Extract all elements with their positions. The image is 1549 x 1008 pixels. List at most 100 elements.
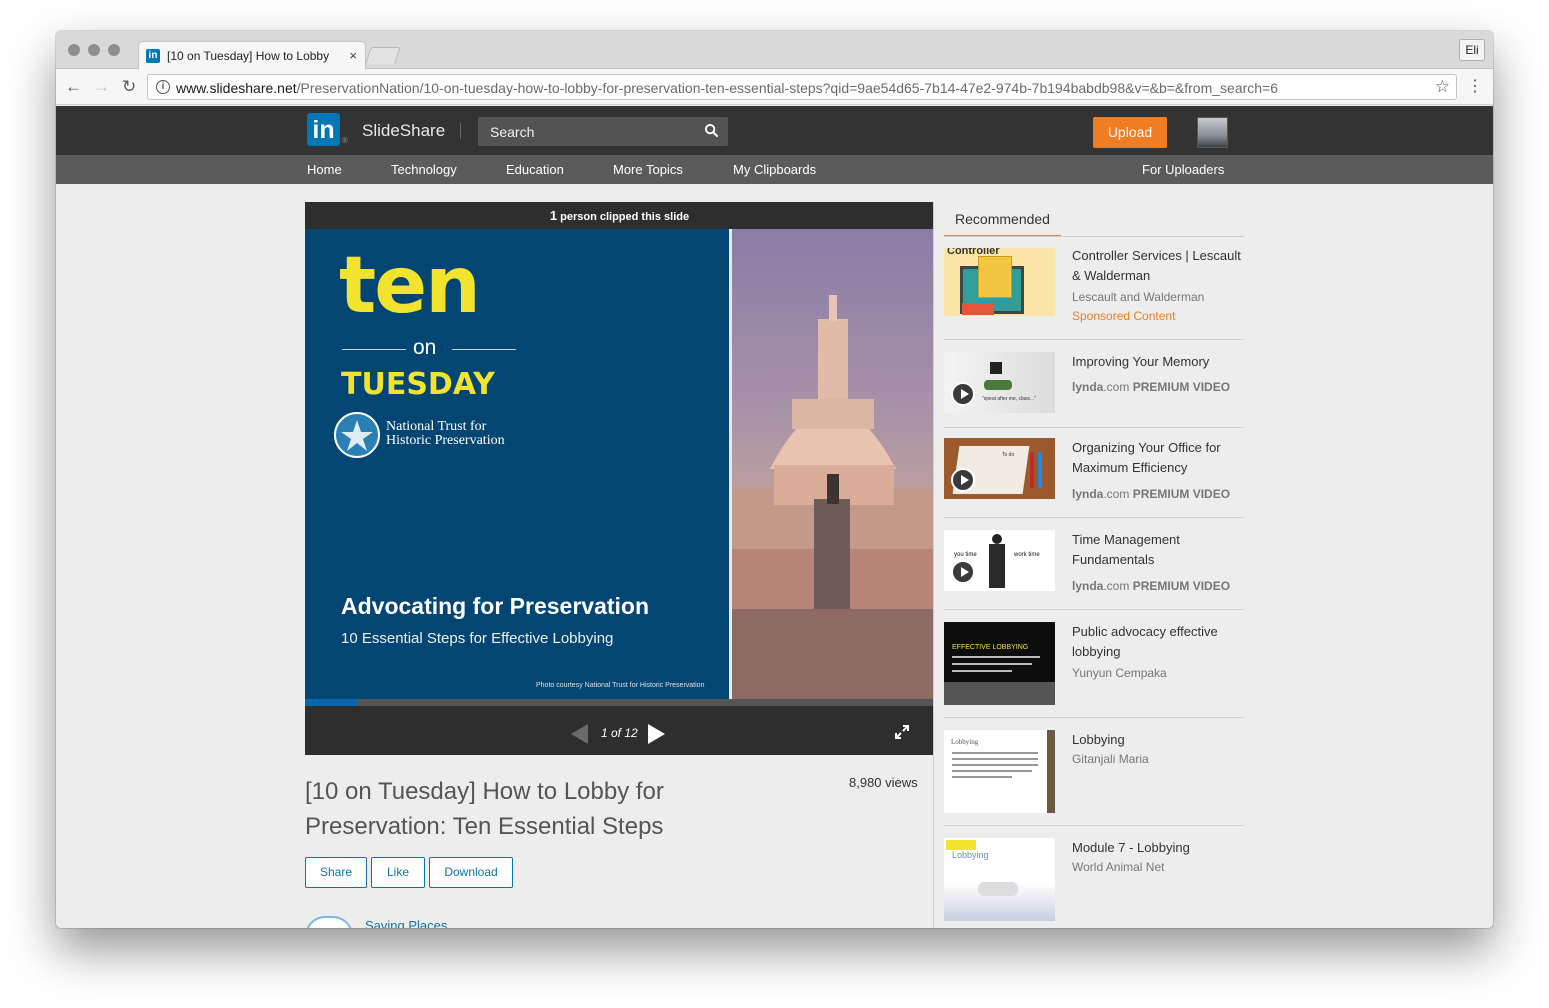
nav-education[interactable]: Education [506, 162, 564, 177]
recommended-title[interactable]: Controller Services | Lescault & Walderm… [1072, 246, 1244, 286]
menu-icon[interactable]: ⋮ [1467, 76, 1483, 96]
search-input[interactable]: Search [478, 117, 728, 146]
clip-text: person clipped this slide [560, 211, 690, 223]
previous-slide-button[interactable] [571, 724, 588, 744]
browser-tab[interactable]: in [10 on Tuesday] How to Lobby × [138, 41, 366, 70]
recommended-author[interactable]: Yunyun Cempaka [1072, 666, 1167, 680]
nav-home[interactable]: Home [307, 162, 342, 177]
star-icon[interactable]: ☆ [1435, 77, 1450, 97]
upload-button[interactable]: Upload [1093, 117, 1167, 148]
player-controls: 1 of 12 [305, 706, 934, 755]
recommended-item[interactable]: Controller Controller Services | Lescaul… [944, 248, 1244, 340]
brand-name[interactable]: SlideShare [362, 121, 445, 141]
tab-recommended[interactable]: Recommended [944, 202, 1061, 237]
play-icon[interactable] [951, 560, 975, 584]
minimize-window-button[interactable] [88, 44, 100, 56]
download-button[interactable]: Download [429, 857, 513, 888]
recommended-item[interactable]: you time work time Time Management Funda… [944, 530, 1244, 610]
thumb-caption: "speat after me, class..." [982, 396, 1036, 402]
recommended-title[interactable]: Lobbying [1072, 730, 1244, 750]
recommended-source[interactable]: lynda.com PREMIUM VIDEO [1072, 380, 1230, 394]
source-suffix: .com [1103, 579, 1130, 593]
search-icon[interactable] [704, 123, 719, 138]
zoom-window-button[interactable] [108, 44, 120, 56]
recommended-thumbnail[interactable]: Controller [944, 248, 1055, 316]
clip-count-bar[interactable]: 1 person clipped this slide [305, 202, 934, 229]
source-suffix: .com [1103, 380, 1130, 394]
address-bar[interactable]: i www.slideshare.net/PreservationNation/… [147, 74, 1457, 100]
back-arrow-icon[interactable]: ← [65, 77, 82, 97]
url-path: /PreservationNation/10-on-tuesday-how-to… [296, 80, 1279, 96]
nav-for-uploaders[interactable]: For Uploaders [1142, 162, 1224, 177]
recommended-author[interactable]: World Animal Net [1072, 860, 1164, 874]
recommended-thumbnail[interactable]: To do [944, 438, 1055, 499]
linkedin-logo[interactable]: in [307, 113, 340, 146]
recommended-item[interactable]: Lobbying Module 7 - Lobbying World Anima… [944, 838, 1244, 928]
url-text[interactable]: www.slideshare.net/PreservationNation/10… [176, 80, 1278, 96]
slide-subheading: 10 Essential Steps for Effective Lobbyin… [341, 630, 614, 647]
thumb-caption: EFFECTIVE LOBBYING [952, 644, 1029, 651]
slide-rule-left [342, 349, 406, 350]
source-name: lynda [1072, 579, 1104, 593]
recommended-title[interactable]: Improving Your Memory [1072, 352, 1244, 372]
recommended-source[interactable]: lynda.com PREMIUM VIDEO [1072, 487, 1230, 501]
slide-player: 1 person clipped this slide ten on TUESDA… [305, 202, 934, 755]
slide-tuesday-text: TUESDAY [341, 367, 495, 402]
clip-count: 1 [549, 208, 558, 223]
recommended-source[interactable]: lynda.com PREMIUM VIDEO [1072, 579, 1230, 593]
author-avatar[interactable] [305, 916, 353, 928]
profile-button[interactable]: Eli [1459, 39, 1485, 61]
site-header: in ® SlideShare Search Upload [56, 106, 1493, 155]
info-icon[interactable]: i [156, 80, 170, 94]
play-icon[interactable] [951, 468, 975, 492]
recommended-item[interactable]: EFFECTIVE LOBBYING Public advocacy effec… [944, 622, 1244, 718]
sponsored-label: Sponsored Content [1072, 309, 1176, 323]
recommended-item[interactable]: "speat after me, class..." Improving You… [944, 352, 1244, 428]
source-name: lynda [1072, 487, 1104, 501]
registered-mark: ® [342, 136, 348, 145]
play-icon[interactable] [951, 382, 975, 406]
user-avatar[interactable] [1197, 117, 1228, 148]
slide-org-line2: Historic Preservation [386, 433, 505, 448]
slide-progress-fill [305, 699, 358, 706]
recommended-title[interactable]: Organizing Your Office for Maximum Effic… [1072, 438, 1244, 478]
nav-my-clipboards[interactable]: My Clipboards [733, 162, 816, 177]
recommended-thumbnail[interactable]: "speat after me, class..." [944, 352, 1055, 413]
recommended-author[interactable]: Lescault and Walderman [1072, 290, 1204, 304]
recommended-thumbnail[interactable]: Lobbying [944, 838, 1055, 921]
capitol-photo [729, 229, 934, 699]
recommended-title[interactable]: Module 7 - Lobbying [1072, 838, 1244, 858]
recommended-item[interactable]: To do Organizing Your Office for Maximum… [944, 438, 1244, 518]
new-tab-button[interactable] [365, 47, 401, 64]
sidebar-divider [933, 202, 934, 928]
next-slide-button[interactable] [648, 724, 665, 744]
recommended-thumbnail[interactable]: you time work time [944, 530, 1055, 591]
thumb-caption-right: work time [1014, 552, 1040, 558]
close-window-button[interactable] [68, 44, 80, 56]
author-name[interactable]: Saving Places [365, 918, 447, 928]
recommended-author[interactable]: Gitanjali Maria [1072, 752, 1149, 766]
nav-technology[interactable]: Technology [391, 162, 457, 177]
tab-bar: in [10 on Tuesday] How to Lobby × Eli [56, 31, 1493, 70]
forward-arrow-icon[interactable]: → [93, 77, 110, 97]
tab-close-icon[interactable]: × [349, 48, 357, 63]
recommended-title[interactable]: Public advocacy effective lobbying [1072, 622, 1244, 662]
thumb-caption: To do [1002, 452, 1015, 458]
slide-image[interactable]: ten on TUESDAY National Trust for Histor… [305, 229, 934, 699]
recommended-thumbnail[interactable]: Lobbying [944, 730, 1055, 813]
recommended-title[interactable]: Time Management Fundamentals [1072, 530, 1244, 570]
recommended-thumbnail[interactable]: EFFECTIVE LOBBYING [944, 622, 1055, 705]
slide-progress-bar[interactable] [305, 699, 934, 706]
topic-nav: Home Technology Education More Topics My… [56, 155, 1493, 184]
brand-divider [460, 123, 461, 139]
recommended-item[interactable]: Lobbying Lobbying Gitanjali Maria [944, 730, 1244, 826]
nav-more-topics[interactable]: More Topics [613, 162, 683, 177]
linkedin-favicon-icon: in [146, 49, 160, 63]
fullscreen-icon[interactable] [894, 724, 910, 740]
like-button[interactable]: Like [371, 857, 425, 888]
reload-icon[interactable]: ↻ [122, 77, 136, 97]
presentation-title: [10 on Tuesday] How to Lobby for Preserv… [305, 778, 664, 840]
share-button[interactable]: Share [305, 857, 367, 888]
thumb-caption: Lobbying [951, 738, 979, 746]
source-suffix: .com [1103, 487, 1130, 501]
